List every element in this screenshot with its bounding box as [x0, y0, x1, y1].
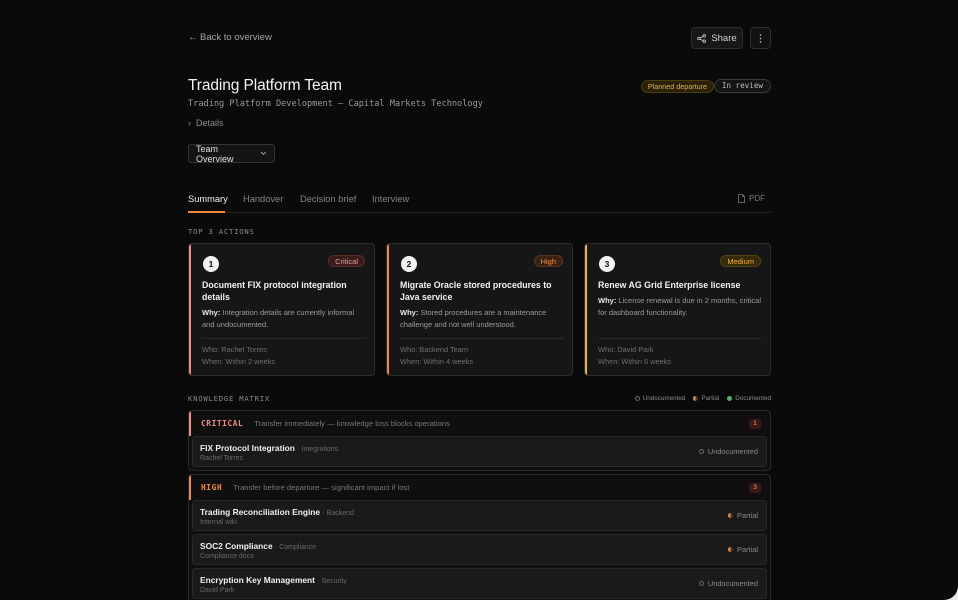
high-group: HIGH Transfer before departure — signifi… — [188, 474, 771, 600]
action-title: Document FIX protocol integration detail… — [202, 280, 347, 302]
row-title: FIX Protocol Integration · Integrations — [200, 443, 339, 453]
action-who: Who: David Park — [598, 345, 654, 354]
card-divider — [598, 338, 762, 339]
active-tab-indicator — [188, 211, 225, 213]
pdf-label: PDF — [749, 194, 765, 203]
half-circle-icon — [728, 547, 734, 552]
matrix-row[interactable]: Encryption Key Management · Security Dav… — [192, 568, 767, 599]
critical-group: CRITICAL Transfer immediately — knowledg… — [188, 410, 771, 471]
priority-badge: Critical — [328, 255, 365, 267]
action-why: Why: Stored procedures are a maintenance… — [400, 308, 547, 329]
group-header[interactable]: CRITICAL Transfer immediately — knowledg… — [189, 411, 770, 436]
top-bar: ← Back to overview Share — [188, 27, 771, 49]
file-icon — [738, 194, 745, 203]
action-why: Why: Integration details are currently i… — [202, 308, 355, 329]
more-vertical-icon — [759, 33, 762, 43]
row-owner: Compliance docs — [200, 553, 254, 560]
tab-handover[interactable]: Handover — [243, 194, 283, 204]
back-link-label: Back to overview — [200, 32, 272, 43]
filled-circle-icon — [727, 396, 733, 401]
chevron-down-icon — [261, 151, 267, 156]
matrix-row[interactable]: FIX Protocol Integration · Integrations … — [192, 436, 767, 467]
share-label: Share — [711, 32, 737, 44]
empty-circle-icon — [634, 396, 640, 401]
action-when: When: Within 4 weeks — [400, 357, 474, 366]
priority-accent — [189, 244, 191, 375]
empty-circle-icon — [698, 581, 704, 586]
action-card: 3 Medium Renew AG Grid Enterprise licens… — [584, 243, 771, 376]
share-icon — [697, 33, 707, 43]
legend-documented: Documented — [727, 395, 771, 402]
row-status: Partial — [728, 545, 758, 554]
tab-interview[interactable]: Interview — [372, 194, 409, 204]
group-tag: CRITICAL — [201, 419, 244, 428]
row-status: Undocumented — [698, 579, 758, 588]
action-title: Migrate Oracle stored procedures to Java… — [400, 280, 552, 302]
group-header[interactable]: HIGH Transfer before departure — signifi… — [189, 475, 770, 500]
back-to-overview-link[interactable]: ← Back to overview — [188, 32, 272, 43]
action-number: 2 — [401, 256, 417, 272]
details-toggle[interactable]: › Details — [188, 118, 224, 128]
half-circle-icon — [693, 396, 699, 401]
knowledge-matrix-heading: KNOWLEDGE MATRIX — [188, 394, 271, 403]
group-description: Transfer immediately — knowledge loss bl… — [254, 419, 450, 428]
tab-summary[interactable]: Summary — [188, 194, 228, 204]
planned-departure-badge: Planned departure — [640, 80, 714, 93]
app-window: ← Back to overview Share Trading Platfor… — [0, 0, 958, 600]
action-who: Who: Backend Team — [400, 345, 469, 354]
view-select[interactable]: Team Overview — [188, 143, 275, 164]
priority-badge: Medium — [720, 255, 761, 267]
top-actions-heading: TOP 3 ACTIONS — [188, 227, 255, 236]
matrix-row[interactable]: Trading Reconciliation Engine · Backend … — [192, 500, 767, 531]
group-tag: HIGH — [201, 483, 223, 492]
status-legend: Undocumented Partial Documented — [634, 395, 771, 402]
row-status: Undocumented — [698, 447, 758, 456]
action-card: 1 Critical Document FIX protocol integra… — [188, 243, 375, 376]
in-review-badge: In review — [713, 79, 771, 93]
empty-circle-icon — [698, 449, 704, 454]
page-title: Trading Platform Team — [188, 77, 342, 94]
card-divider — [202, 338, 366, 339]
group-description: Transfer before departure — significant … — [233, 483, 410, 492]
details-label: Details — [196, 118, 224, 128]
chevron-right-icon: › — [188, 118, 191, 128]
priority-accent — [387, 244, 389, 375]
priority-badge: High — [533, 255, 563, 267]
row-title: Trading Reconciliation Engine · Backend — [200, 507, 354, 517]
action-title: Renew AG Grid Enterprise license — [598, 280, 741, 290]
action-card: 2 High Migrate Oracle stored procedures … — [386, 243, 573, 376]
more-options-button[interactable] — [750, 27, 771, 49]
tab-decision-brief[interactable]: Decision brief — [300, 194, 356, 204]
action-number: 3 — [599, 256, 615, 272]
card-divider — [400, 338, 564, 339]
tab-bar: Summary Handover Decision brief Intervie… — [188, 190, 771, 213]
group-count-badge: 3 — [749, 483, 761, 493]
action-why: Why: License renewal is due in 2 months,… — [598, 296, 762, 317]
action-number: 1 — [203, 256, 219, 272]
group-count-badge: 1 — [749, 419, 761, 429]
matrix-row[interactable]: SOC2 Compliance · Compliance Compliance … — [192, 534, 767, 565]
row-owner: Internal wiki — [200, 519, 237, 526]
action-when: When: Within 2 weeks — [202, 357, 276, 366]
share-button[interactable]: Share — [691, 27, 743, 49]
row-status: Partial — [728, 511, 758, 520]
action-who: Who: Rachel Torres — [202, 345, 267, 354]
legend-undocumented: Undocumented — [634, 395, 685, 402]
view-select-value: Team Overview — [196, 143, 234, 164]
pdf-export-button[interactable]: PDF — [738, 194, 765, 203]
row-title: SOC2 Compliance · Compliance — [200, 541, 317, 551]
legend-partial: Partial — [693, 395, 719, 402]
page-subtitle: Trading Platform Development — Capital M… — [188, 99, 483, 109]
action-when: When: Within 6 weeks — [598, 357, 672, 366]
row-owner: David Park — [200, 587, 235, 594]
arrow-left-icon: ← — [188, 32, 198, 43]
row-owner: Rachel Torres — [200, 455, 244, 462]
half-circle-icon — [728, 513, 734, 518]
row-title: Encryption Key Management · Security — [200, 575, 347, 585]
priority-accent — [585, 244, 587, 375]
